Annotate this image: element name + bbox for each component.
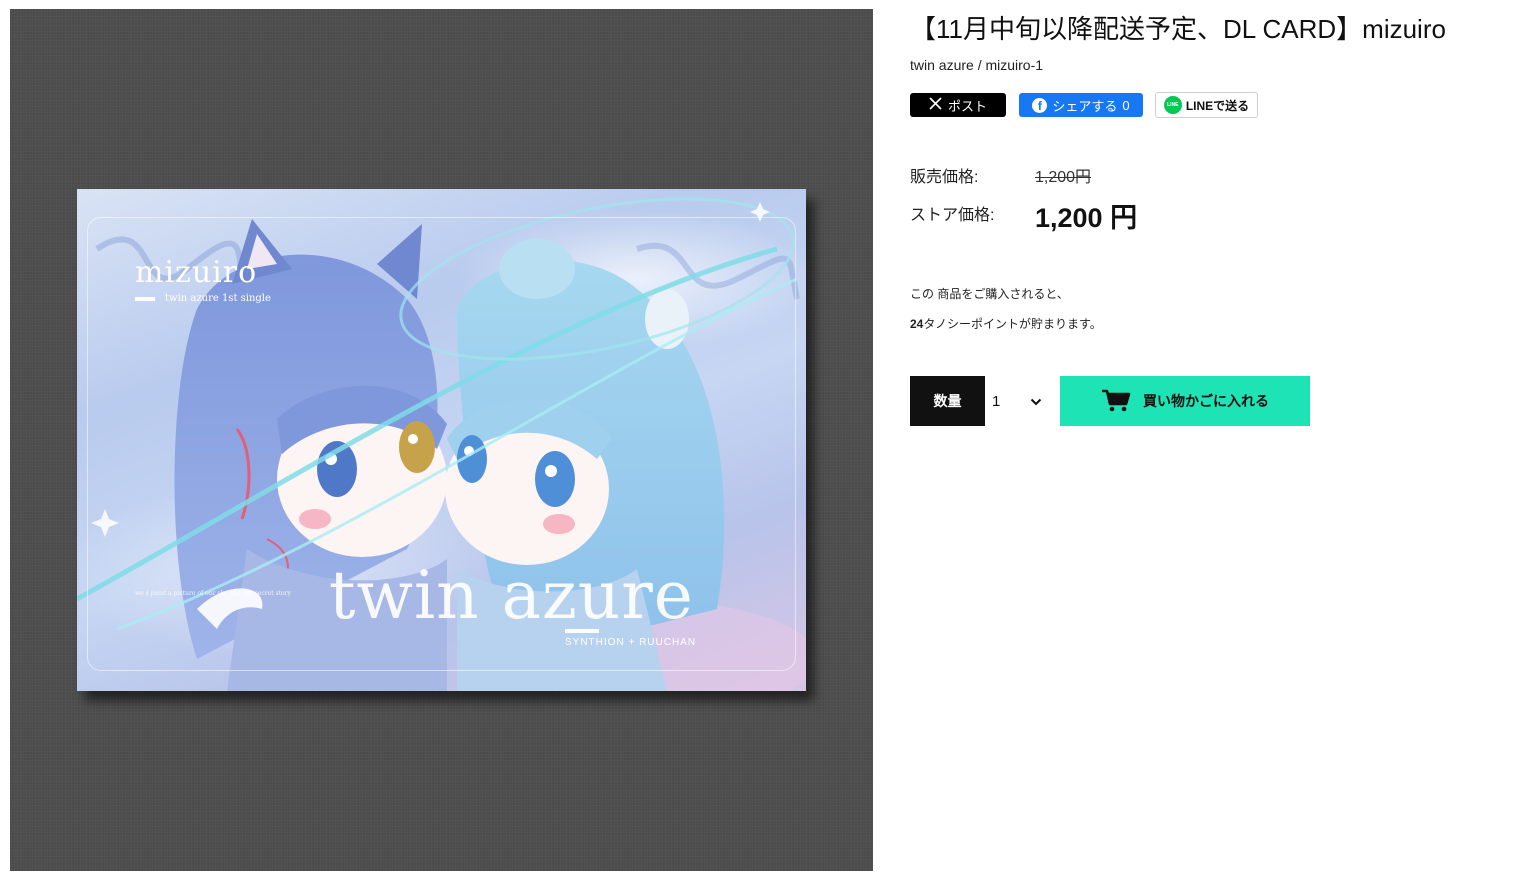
card-subtitle-text: twin azure 1st single (165, 293, 271, 304)
facebook-share-label: シェアする (1052, 98, 1118, 114)
x-logo-icon (929, 97, 942, 113)
add-to-cart-button[interactable]: 買い物かごに入れる (1060, 376, 1310, 426)
product-breadcrumb: twin azure / mizuiro-1 (910, 57, 1044, 73)
card-credit-bar (565, 629, 599, 633)
card-credit: SYNTHION + RUUCHAN (565, 637, 697, 648)
album-card-artwork: mizuiro twin azure 1st single we ∮ paint… (77, 189, 806, 691)
product-title: 【11月中旬以降配送予定、DL CARD】mizuiro (910, 14, 1446, 44)
points-line-2-suffix: タノシーポイントが貯まります。 (923, 317, 1102, 331)
facebook-share-count: 0 (1122, 97, 1130, 113)
line-icon: LINE (1163, 96, 1182, 114)
x-post-label: ポスト (947, 98, 987, 114)
sale-price-value: 1,200円 (1035, 169, 1092, 186)
card-big-title: twin azure (329, 557, 694, 634)
quantity-label: 数量 (910, 376, 985, 426)
line-share-label: LINEで送る (1185, 98, 1250, 113)
sale-price-label: 販売価格: (910, 169, 979, 186)
card-subtitle: twin azure 1st single (135, 293, 271, 304)
add-to-cart-label: 買い物かごに入れる (1143, 393, 1269, 409)
store-price-value: 1,200 円 (1035, 203, 1138, 233)
facebook-icon: f (1032, 97, 1048, 113)
points-line-2: 24タノシーポイントが貯まります。 (910, 309, 1102, 339)
quantity-value: 1 (992, 392, 1001, 410)
points-value: 24 (910, 317, 924, 331)
x-post-button[interactable]: ポスト (910, 93, 1006, 117)
card-title: mizuiro (135, 255, 258, 290)
cart-icon (1101, 388, 1131, 415)
store-price-label: ストア価格: (910, 207, 995, 224)
line-share-button[interactable]: LINE LINEで送る (1155, 92, 1258, 118)
product-image[interactable]: mizuiro twin azure 1st single we ∮ paint… (10, 9, 873, 871)
points-line-1: この 商品をご購入されると、 (910, 287, 1069, 301)
quantity-select[interactable]: 1 (985, 376, 1050, 426)
card-lyrics: we ∮ paint a picture of our sky and our … (135, 590, 291, 597)
points-info: この 商品をご購入されると、 24タノシーポイントが貯まります。 (910, 279, 1102, 339)
chevron-down-icon (1030, 393, 1042, 410)
facebook-share-button[interactable]: f シェアする 0 (1019, 93, 1143, 117)
